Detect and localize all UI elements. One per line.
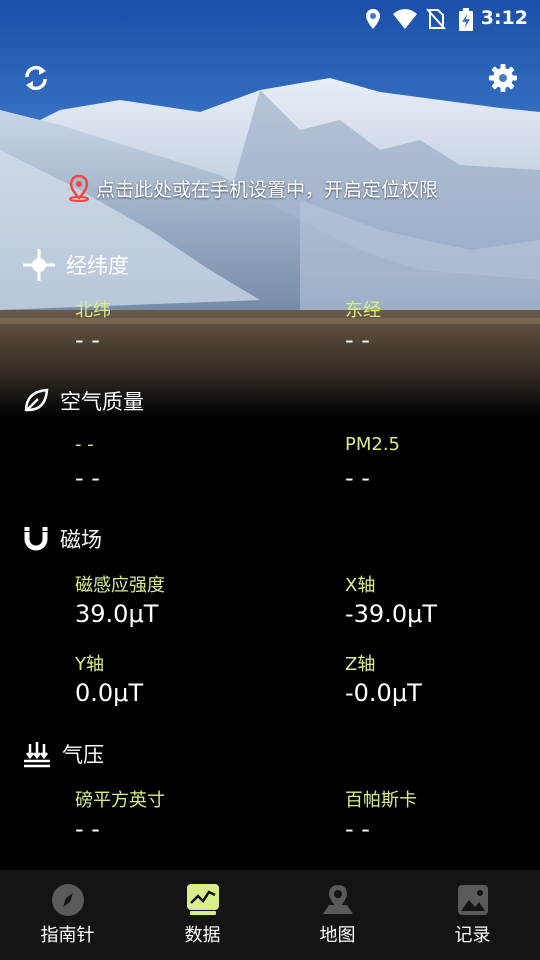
psi-value: - - bbox=[75, 815, 100, 843]
settings-button[interactable] bbox=[483, 58, 523, 98]
latitude-label: 北纬 bbox=[75, 300, 111, 321]
section-pressure-header: 气压 bbox=[22, 739, 104, 769]
magnetic-strength-label: 磁感应强度 bbox=[75, 575, 165, 596]
gear-icon bbox=[489, 64, 517, 92]
status-bar: 3:12 bbox=[0, 0, 540, 38]
hpa-value: - - bbox=[345, 815, 370, 843]
location-pin-icon bbox=[69, 174, 89, 202]
refresh-button[interactable] bbox=[16, 58, 56, 98]
crosshair-icon bbox=[23, 249, 55, 281]
nav-records[interactable]: 记录 bbox=[405, 870, 540, 960]
nav-label: 记录 bbox=[454, 925, 491, 946]
nav-data[interactable]: 数据 bbox=[135, 870, 270, 960]
gallery-icon bbox=[457, 885, 488, 915]
location-prompt-text: 点击此处或在手机设置中，开启定位权限 bbox=[96, 178, 439, 201]
background-landscape bbox=[0, 0, 540, 420]
z-axis-label: Z轴 bbox=[345, 654, 376, 675]
section-title: 磁场 bbox=[60, 528, 102, 552]
nav-map[interactable]: 地图 bbox=[270, 870, 405, 960]
data-chart-icon bbox=[186, 884, 219, 915]
aqi-label: - - bbox=[75, 434, 94, 455]
nav-compass[interactable]: 指南针 bbox=[0, 870, 135, 960]
pressure-icon bbox=[24, 742, 50, 768]
latitude-value: - - bbox=[75, 326, 100, 354]
clock: 3:12 bbox=[480, 7, 528, 29]
z-axis-value: -0.0μT bbox=[345, 679, 422, 707]
map-pin-icon bbox=[322, 885, 353, 914]
psi-label: 磅平方英寸 bbox=[75, 790, 165, 811]
refresh-icon bbox=[25, 65, 47, 91]
leaf-icon bbox=[24, 388, 49, 412]
magnetic-strength-value: 39.0μT bbox=[75, 600, 159, 628]
hpa-label: 百帕斯卡 bbox=[345, 790, 417, 811]
y-axis-value: 0.0μT bbox=[75, 679, 144, 707]
y-axis-label: Y轴 bbox=[75, 654, 104, 675]
longitude-label: 东经 bbox=[345, 300, 381, 321]
magnet-icon bbox=[24, 527, 48, 551]
nav-label: 指南针 bbox=[40, 925, 95, 946]
aqi-value: - - bbox=[75, 464, 100, 492]
pm25-label: PM2.5 bbox=[345, 434, 401, 455]
bottom-navigation: 指南针 数据 地图 记录 bbox=[0, 870, 540, 960]
nav-label: 地图 bbox=[319, 925, 356, 946]
pm25-value: - - bbox=[345, 464, 370, 492]
no-sim-icon bbox=[426, 8, 446, 30]
section-title: 经纬度 bbox=[66, 254, 129, 278]
section-magnetic-header: 磁场 bbox=[22, 524, 102, 554]
compass-icon bbox=[51, 884, 84, 916]
enable-location-prompt[interactable]: 点击此处或在手机设置中，开启定位权限 bbox=[66, 174, 438, 202]
section-air-header: 空气质量 bbox=[22, 386, 144, 416]
battery-charging-icon bbox=[459, 8, 473, 31]
x-axis-value: -39.0μT bbox=[345, 600, 438, 628]
longitude-value: - - bbox=[345, 326, 370, 354]
x-axis-label: X轴 bbox=[345, 575, 376, 596]
wifi-icon bbox=[393, 9, 417, 29]
section-title: 气压 bbox=[62, 743, 104, 767]
nav-label: 数据 bbox=[184, 925, 221, 946]
section-title: 空气质量 bbox=[60, 390, 144, 414]
location-status-icon bbox=[366, 9, 380, 29]
section-coords-header: 经纬度 bbox=[22, 248, 129, 282]
